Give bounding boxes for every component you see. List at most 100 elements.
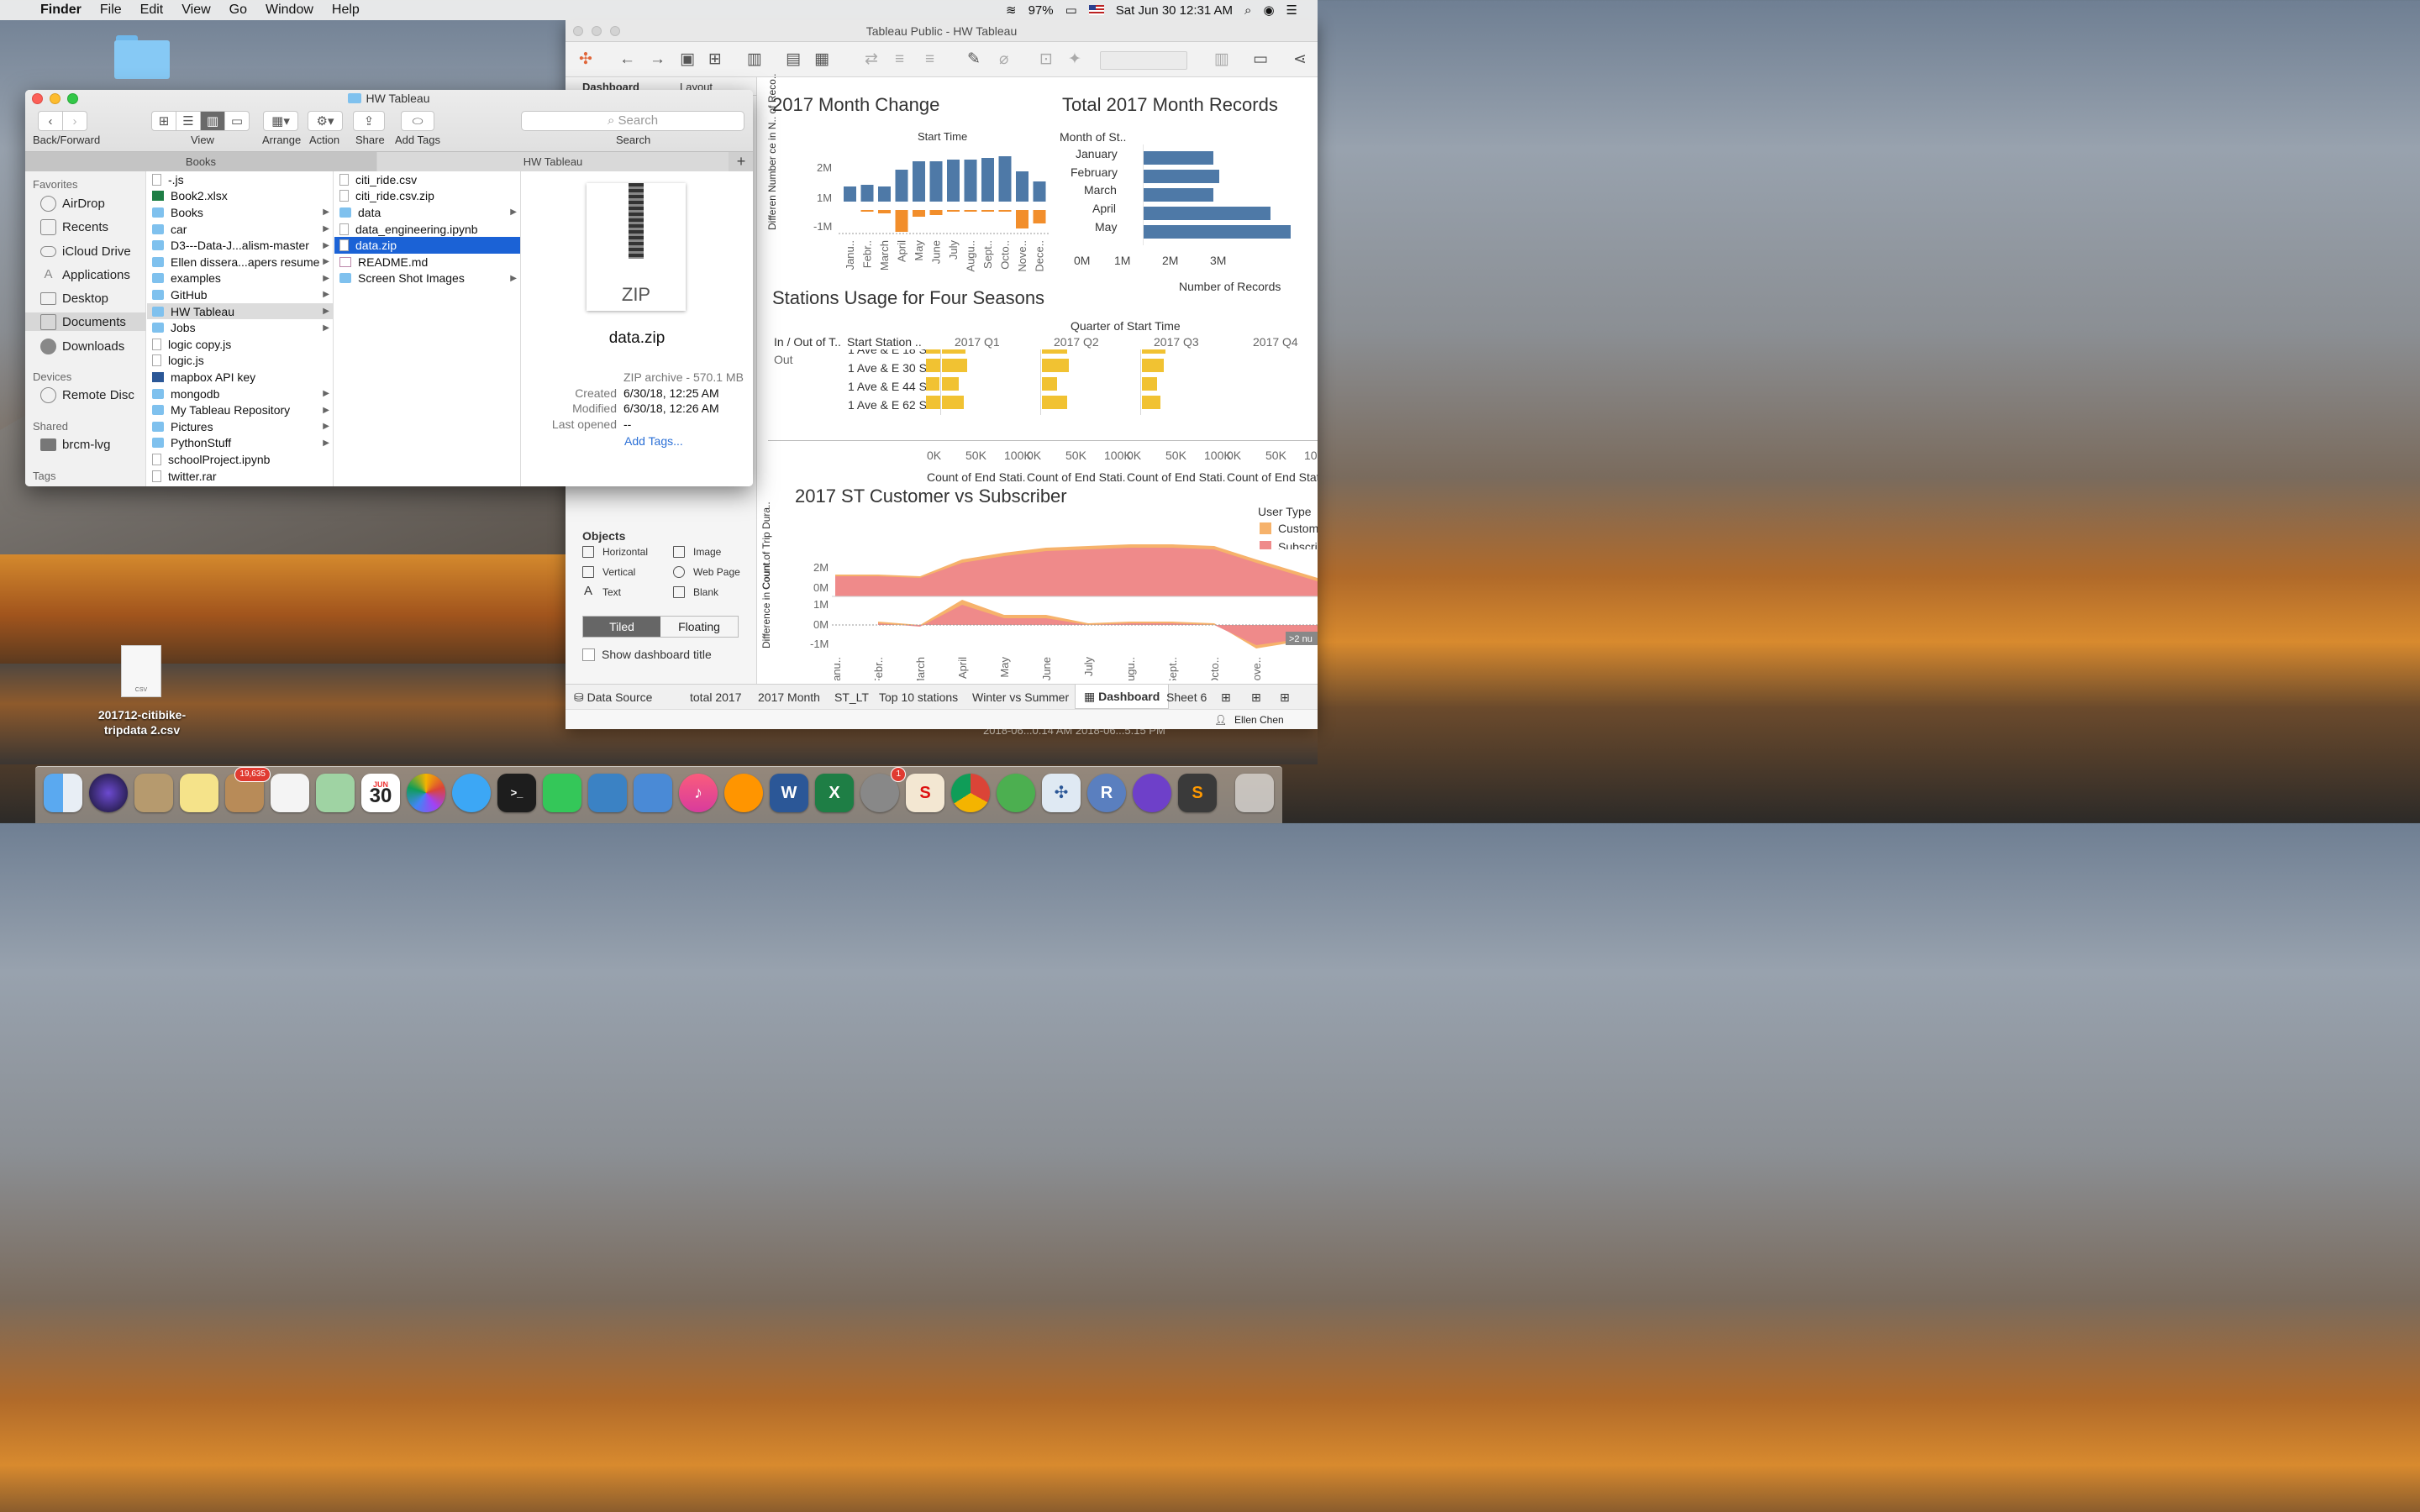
- object-web-page[interactable]: Web Page: [673, 566, 740, 578]
- customer-subscriber-chart[interactable]: >2 nu Janu.. Febr.. March April May June July A…: [832, 538, 1318, 680]
- forward-button[interactable]: ›: [62, 111, 87, 131]
- list-view-button[interactable]: ☰: [176, 111, 201, 131]
- dock-calendar-icon[interactable]: JUN 30: [361, 774, 400, 812]
- notification-center-icon[interactable]: ☰: [1286, 3, 1297, 18]
- file-row[interactable]: logic.js: [147, 353, 333, 370]
- file-row[interactable]: My Tableau Repository ▶: [147, 402, 333, 418]
- desktop-folder-icon[interactable]: [114, 35, 170, 79]
- tab-data-source[interactable]: ⛁ Data Source: [574, 690, 652, 705]
- legend-customer-label[interactable]: Custome: [1278, 522, 1318, 535]
- tab-sheet-6[interactable]: Sheet 6: [1166, 690, 1207, 704]
- dock-siri-icon[interactable]: [89, 774, 128, 812]
- sort-ascending-icon[interactable]: ≡: [895, 50, 904, 69]
- tab-top-10-stations[interactable]: Top 10 stations: [879, 690, 958, 704]
- tab-st-lt[interactable]: ST_LT: [834, 690, 869, 704]
- floating-button[interactable]: Floating: [660, 617, 738, 637]
- menu-help[interactable]: Help: [332, 3, 360, 18]
- file-row[interactable]: Books ▶: [147, 204, 333, 221]
- menu-file[interactable]: File: [100, 3, 122, 18]
- tableau-title-bar[interactable]: Tableau Public - HW Tableau: [566, 20, 1318, 42]
- undo-back-icon[interactable]: ←: [619, 50, 635, 69]
- fix-axes-icon[interactable]: ✦: [1068, 50, 1081, 69]
- add-tags-button[interactable]: ⬭: [401, 111, 434, 131]
- dock-tableau-icon[interactable]: ✣: [1042, 774, 1081, 812]
- sidebar-item-brcm-lvg[interactable]: brcm-lvg: [40, 435, 145, 454]
- fit-dropdown[interactable]: [1100, 51, 1187, 70]
- sidebar-item-recents[interactable]: Recents: [40, 218, 145, 236]
- tiled-button[interactable]: Tiled: [583, 617, 660, 637]
- action-gear-button[interactable]: ⚙▾: [308, 111, 343, 131]
- file-row[interactable]: Book2.xlsx: [147, 188, 333, 205]
- input-source-flag-icon[interactable]: [1088, 5, 1104, 15]
- dock-ibooks-icon[interactable]: [724, 774, 763, 812]
- file-row[interactable]: PythonStuff ▶: [147, 435, 333, 452]
- sidebar-item-remote-disc[interactable]: Remote Disc: [40, 386, 145, 404]
- dock-photos-icon[interactable]: [407, 774, 445, 812]
- tab-2017-month[interactable]: 2017 Month: [758, 690, 820, 704]
- object-text[interactable]: A Text: [582, 585, 621, 598]
- search-field[interactable]: ⌕ Search: [521, 111, 744, 131]
- file-row[interactable]: data_engineering.ipynb: [334, 221, 520, 238]
- file-row[interactable]: Jobs ▶: [147, 319, 333, 336]
- file-row[interactable]: mongodb ▶: [147, 386, 333, 402]
- share-button[interactable]: ⇪: [353, 111, 385, 131]
- dock-trash-icon[interactable]: [1235, 774, 1274, 812]
- new-dashboard-tab-icon[interactable]: ⊞: [1251, 690, 1261, 705]
- battery-icon[interactable]: ▭: [1065, 3, 1077, 18]
- month-records-chart[interactable]: January February March April May: [1060, 144, 1318, 245]
- sidebar-item-applications[interactable]: A Applications: [40, 265, 145, 284]
- tableau-logo-icon[interactable]: ✣: [579, 50, 592, 69]
- object-horizontal[interactable]: Horizontal: [582, 546, 648, 558]
- presentation-mode-icon[interactable]: ▭: [1253, 50, 1268, 69]
- dock-mongodb-icon[interactable]: [997, 774, 1035, 812]
- user-account-icon[interactable]: 👤︎: [1214, 714, 1227, 726]
- dock-notes-icon[interactable]: [180, 774, 218, 812]
- file-row[interactable]: Pictures ▶: [147, 418, 333, 435]
- arrange-button[interactable]: ▦▾: [263, 111, 298, 131]
- file-row[interactable]: car ▶: [147, 221, 333, 238]
- tab-winter-vs-summer[interactable]: Winter vs Summer: [972, 690, 1069, 704]
- dock-sublime-icon[interactable]: S: [1178, 774, 1217, 812]
- dock-r-icon[interactable]: R: [1087, 774, 1126, 812]
- object-blank[interactable]: Blank: [673, 586, 718, 598]
- menu-window[interactable]: Window: [266, 3, 313, 18]
- dock-chrome-icon[interactable]: [951, 774, 990, 812]
- dock-slack-icon[interactable]: S: [906, 774, 944, 812]
- dock-numbers-icon[interactable]: [588, 774, 627, 812]
- menu-view[interactable]: View: [182, 3, 210, 18]
- dock-facetime-icon[interactable]: [543, 774, 581, 812]
- spotlight-search-icon[interactable]: ⌕: [1244, 3, 1251, 18]
- show-dashboard-title-checkbox[interactable]: Show dashboard title: [582, 648, 712, 661]
- sidebar-item-desktop[interactable]: Desktop: [40, 289, 145, 307]
- menu-edit[interactable]: Edit: [140, 3, 164, 18]
- tab-dashboard[interactable]: ▦ Dashboard: [1075, 685, 1170, 709]
- desktop-csv-file-icon[interactable]: CSV: [121, 645, 161, 697]
- highlight-icon[interactable]: ✎: [967, 50, 981, 69]
- tableau-minimize-button[interactable]: [592, 26, 602, 36]
- file-row[interactable]: Ellen dissera...apers resume ▶: [147, 254, 333, 270]
- file-row[interactable]: twitter.rar: [147, 468, 333, 485]
- sidebar-item-airdrop[interactable]: AirDrop: [40, 194, 145, 213]
- dock-word-icon[interactable]: W: [770, 774, 808, 812]
- file-row[interactable]: logic copy.js: [147, 336, 333, 353]
- duplicate-sheet-icon[interactable]: ▤: [786, 50, 801, 69]
- siri-icon[interactable]: ◉: [1263, 3, 1274, 18]
- new-tab-button[interactable]: +: [729, 152, 753, 171]
- dock-excel-icon[interactable]: X: [815, 774, 854, 812]
- tab-hw-tableau[interactable]: HW Tableau: [377, 152, 729, 171]
- dock-finder-icon[interactable]: [44, 774, 82, 812]
- file-row[interactable]: D3---Data-J...alism-master ▶: [147, 237, 333, 254]
- sidebar-item-downloads[interactable]: Downloads: [40, 337, 145, 355]
- file-row[interactable]: README.md: [334, 254, 520, 270]
- sort-descending-icon[interactable]: ≡: [925, 50, 934, 69]
- redo-forward-icon[interactable]: →: [650, 50, 666, 69]
- app-menu[interactable]: Finder: [40, 3, 82, 18]
- swap-rows-columns-icon[interactable]: ⇄: [865, 50, 878, 69]
- menubar-clock[interactable]: Sat Jun 30 12:31 AM: [1116, 3, 1233, 18]
- file-row[interactable]: -.js: [147, 171, 333, 188]
- dock-messages-icon[interactable]: [452, 774, 491, 812]
- menu-go[interactable]: Go: [229, 3, 247, 18]
- object-vertical[interactable]: Vertical: [582, 566, 635, 578]
- share-icon[interactable]: ⋖: [1293, 50, 1307, 69]
- battery-percent[interactable]: 97%: [1028, 3, 1054, 18]
